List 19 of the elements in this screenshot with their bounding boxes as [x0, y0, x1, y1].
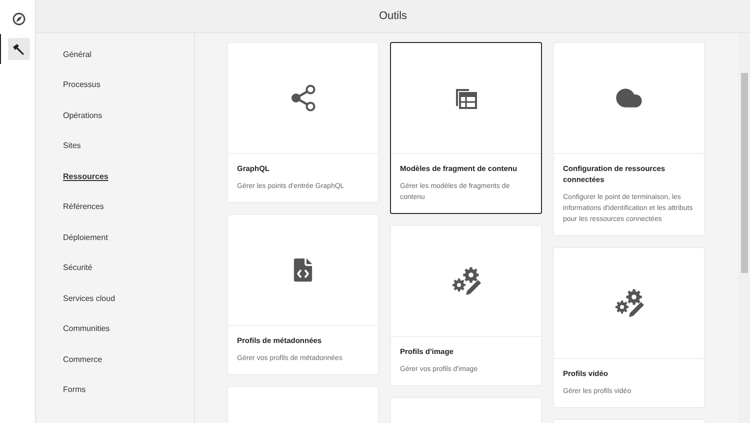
- sidebar-item[interactable]: Processus: [63, 70, 194, 100]
- sidebar-item[interactable]: Services cloud: [63, 283, 194, 314]
- sidebar-item[interactable]: Général: [63, 39, 194, 70]
- scrollbar[interactable]: [738, 33, 750, 423]
- sidebar-item[interactable]: Ressources: [63, 161, 194, 192]
- compass-icon: [12, 12, 26, 26]
- sidebar-item[interactable]: Opérations: [63, 100, 194, 130]
- sidebar-item[interactable]: Communities: [63, 314, 194, 344]
- sidebar-item[interactable]: Références: [63, 192, 194, 222]
- gears-icon: [450, 266, 482, 296]
- scrollbar-thumb[interactable]: [740, 73, 748, 273]
- hammer-icon: [12, 42, 25, 56]
- sidebar-item[interactable]: Sécurité: [63, 252, 194, 283]
- sidebar-item[interactable]: Commerce: [63, 344, 194, 374]
- page-title: Outils: [378, 10, 408, 22]
- sidebar-item[interactable]: Sites: [63, 130, 194, 161]
- sidebar-item[interactable]: Forms: [63, 374, 194, 405]
- sidebar-item[interactable]: Déploiement: [63, 222, 194, 252]
- gears-icon: [613, 288, 645, 318]
